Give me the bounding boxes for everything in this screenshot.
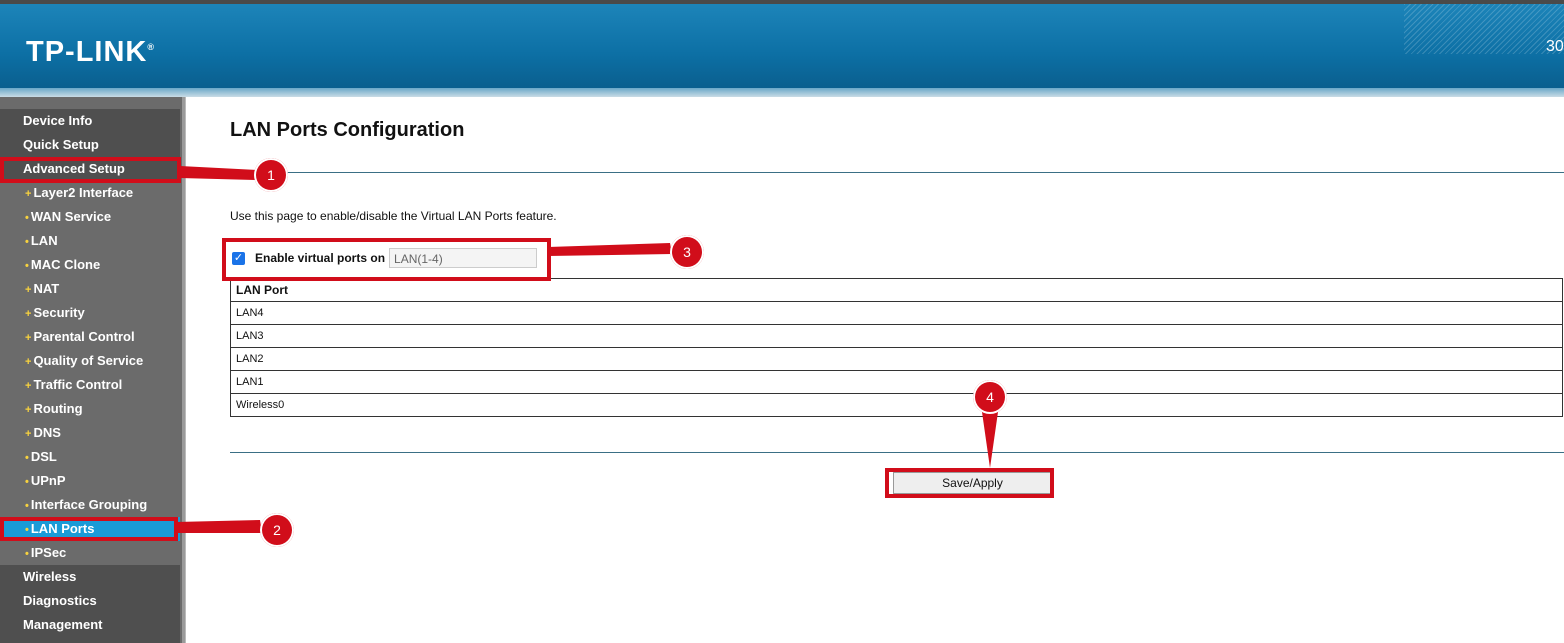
sidebar-item-label: Traffic Control bbox=[33, 377, 123, 392]
bullet-dot-icon: • bbox=[25, 548, 29, 560]
expand-plus-icon: + bbox=[25, 308, 32, 320]
sidebar-item-label: Layer2 Interface bbox=[33, 185, 134, 200]
sidebar-item-upnp[interactable]: • UPnP bbox=[0, 469, 180, 493]
divider-top bbox=[230, 172, 1564, 173]
sidebar-item-label: MAC Clone bbox=[30, 257, 101, 272]
header-pattern bbox=[1404, 4, 1564, 54]
sidebar-item-wan-service[interactable]: • WAN Service bbox=[0, 205, 180, 229]
bullet-dot-icon: • bbox=[25, 260, 29, 272]
sidebar-item-label: IPSec bbox=[30, 545, 67, 560]
bullet-dot-icon: • bbox=[25, 500, 29, 512]
header-banner: TP-LINK® 30 bbox=[0, 0, 1564, 97]
sidebar-item-ipsec[interactable]: • IPSec bbox=[0, 541, 180, 565]
sidebar-item-label: Quick Setup bbox=[23, 137, 99, 152]
expand-plus-icon: + bbox=[25, 332, 32, 344]
bullet-dot-icon: • bbox=[25, 476, 29, 488]
sidebar-item-interface-grouping[interactable]: • Interface Grouping bbox=[0, 493, 180, 517]
sidebar-item-security[interactable]: + Security bbox=[0, 301, 180, 325]
sidebar-menu-list: Device Info Quick Setup Advanced Setup + Lay… bbox=[0, 109, 180, 637]
sidebar-item-label: DNS bbox=[33, 425, 61, 440]
expand-plus-icon: + bbox=[25, 380, 32, 392]
sidebar-item-quick-setup[interactable]: Quick Setup bbox=[0, 133, 180, 157]
expand-plus-icon: + bbox=[25, 356, 32, 368]
annotation-badge-4: 4 bbox=[973, 380, 1007, 414]
table-row: LAN3 bbox=[230, 324, 1563, 348]
sidebar-item-traffic-control[interactable]: + Traffic Control bbox=[0, 373, 180, 397]
sidebar-item-label: NAT bbox=[33, 281, 60, 296]
annotation-badge-1: 1 bbox=[254, 158, 288, 192]
sidebar-item-dns[interactable]: + DNS bbox=[0, 421, 180, 445]
sidebar-item-label: LAN bbox=[30, 233, 58, 248]
lan-port-header: LAN Port bbox=[230, 278, 1563, 302]
annotation-badge-3: 3 bbox=[670, 235, 704, 269]
sidebar-item-routing[interactable]: + Routing bbox=[0, 397, 180, 421]
sidebar-item-label: Interface Grouping bbox=[30, 497, 148, 512]
table-row: LAN1 bbox=[230, 370, 1563, 394]
sidebar-item-label: Routing bbox=[33, 401, 83, 416]
sidebar-item-label: Quality of Service bbox=[33, 353, 144, 368]
main-content: LAN Ports Configuration Use this page to… bbox=[185, 97, 1564, 643]
tp-link-logo: TP-LINK® bbox=[26, 36, 156, 68]
lan-port-cell: LAN1 bbox=[230, 370, 1563, 394]
sidebar-item-lan[interactable]: • LAN bbox=[0, 229, 180, 253]
sidebar-item-dsl[interactable]: • DSL bbox=[0, 445, 180, 469]
sidebar-item-label: Wireless bbox=[23, 569, 77, 584]
sidebar-item-label: Diagnostics bbox=[23, 593, 97, 608]
model-number: 30 bbox=[1546, 38, 1564, 55]
expand-plus-icon: + bbox=[25, 188, 32, 200]
expand-plus-icon: + bbox=[25, 284, 32, 296]
annotation-badge-2: 2 bbox=[260, 513, 294, 547]
lan-port-cell: LAN2 bbox=[230, 347, 1563, 371]
sidebar-item-label: Security bbox=[33, 305, 85, 320]
highlight-save-apply bbox=[885, 468, 1054, 498]
sidebar-item-device-info[interactable]: Device Info bbox=[0, 109, 180, 133]
sidebar-item-quality-of-service[interactable]: + Quality of Service bbox=[0, 349, 180, 373]
header-bottom-line bbox=[0, 88, 1564, 97]
sidebar-item-mac-clone[interactable]: • MAC Clone bbox=[0, 253, 180, 277]
lan-port-cell: Wireless0 bbox=[230, 393, 1563, 417]
table-row: LAN2 bbox=[230, 347, 1563, 371]
sidebar-item-label: WAN Service bbox=[30, 209, 112, 224]
sidebar-item-wireless[interactable]: Wireless bbox=[0, 565, 180, 589]
bullet-dot-icon: • bbox=[25, 236, 29, 248]
highlight-advanced-setup bbox=[0, 157, 181, 183]
sidebar-item-management[interactable]: Management bbox=[0, 613, 180, 637]
expand-plus-icon: + bbox=[25, 428, 32, 440]
sidebar-item-parental-control[interactable]: + Parental Control bbox=[0, 325, 180, 349]
lan-port-cell: LAN4 bbox=[230, 301, 1563, 325]
bullet-dot-icon: • bbox=[25, 212, 29, 224]
sidebar-item-layer2-interface[interactable]: + Layer2 Interface bbox=[0, 181, 180, 205]
sidebar-item-label: UPnP bbox=[30, 473, 66, 488]
lan-port-table: LAN Port LAN4 LAN3 LAN2 LAN1 Wireless0 bbox=[230, 278, 1563, 417]
page-description: Use this page to enable/disable the Virt… bbox=[230, 209, 557, 223]
sidebar-item-label: Parental Control bbox=[33, 329, 135, 344]
expand-plus-icon: + bbox=[25, 404, 32, 416]
lan-port-cell: LAN3 bbox=[230, 324, 1563, 348]
table-row: Wireless0 bbox=[230, 393, 1563, 417]
bullet-dot-icon: • bbox=[25, 452, 29, 464]
header-top-line bbox=[0, 0, 1564, 4]
sidebar-item-diagnostics[interactable]: Diagnostics bbox=[0, 589, 180, 613]
sidebar-item-nat[interactable]: + NAT bbox=[0, 277, 180, 301]
highlight-enable-virtual-ports bbox=[222, 238, 551, 281]
sidebar-item-label: DSL bbox=[30, 449, 57, 464]
table-row: LAN4 bbox=[230, 301, 1563, 325]
sidebar-item-label: Device Info bbox=[23, 113, 93, 128]
highlight-lan-ports bbox=[0, 517, 178, 541]
divider-bottom bbox=[230, 452, 1564, 453]
sidebar-item-label: Management bbox=[23, 617, 103, 632]
page-title: LAN Ports Configuration bbox=[230, 119, 465, 141]
